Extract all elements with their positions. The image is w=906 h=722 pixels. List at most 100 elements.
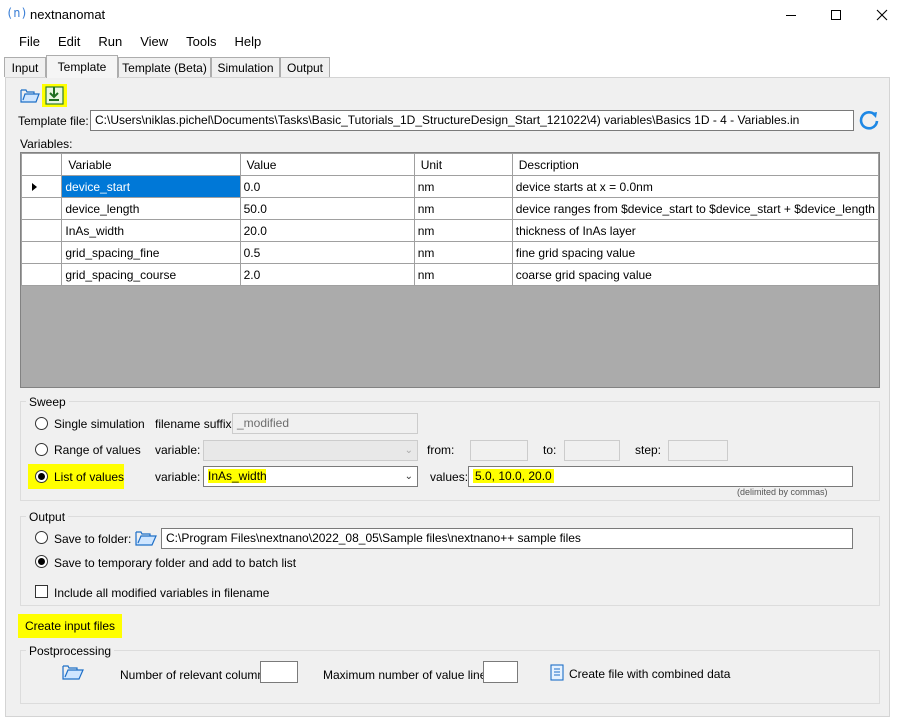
- import-template-button[interactable]: [42, 84, 67, 107]
- list-of-values-radio[interactable]: [35, 470, 48, 483]
- table-row[interactable]: device_length 50.0 nm device ranges from…: [21, 197, 879, 220]
- app-logo: (n): [6, 6, 28, 20]
- template-file-path[interactable]: C:\Users\niklas.pichel\Documents\Tasks\B…: [90, 110, 854, 131]
- row-header[interactable]: [21, 219, 63, 242]
- cell-description[interactable]: fine grid spacing value: [511, 241, 879, 264]
- list-variable-label: variable:: [155, 470, 201, 484]
- refresh-button[interactable]: [858, 109, 880, 131]
- values-input[interactable]: 5.0, 10.0, 20.0: [468, 466, 853, 487]
- template-file-label: Template file:: [18, 114, 89, 128]
- range-of-values-radio[interactable]: [35, 443, 48, 456]
- relevant-column-label: Number of relevant column:: [120, 668, 268, 682]
- save-to-folder-radio[interactable]: [35, 531, 48, 544]
- cell-description[interactable]: coarse grid spacing value: [511, 263, 879, 286]
- folder-icon: [62, 665, 84, 680]
- include-variables-label: Include all modified variables in filena…: [54, 586, 270, 600]
- cell-description[interactable]: device starts at x = 0.0nm: [511, 175, 879, 198]
- create-combined-file-button[interactable]: Create file with combined data: [569, 667, 730, 681]
- cell-unit[interactable]: nm: [413, 241, 513, 264]
- table-row[interactable]: grid_spacing_fine 0.5 nm fine grid spaci…: [21, 241, 879, 264]
- menu-view[interactable]: View: [131, 31, 177, 53]
- column-header-value[interactable]: Value: [239, 153, 415, 176]
- cell-value[interactable]: 2.0: [239, 263, 415, 286]
- cell-unit[interactable]: nm: [413, 175, 513, 198]
- tab-input[interactable]: Input: [4, 57, 46, 77]
- cell-variable[interactable]: InAs_width: [61, 219, 241, 242]
- row-header[interactable]: [21, 241, 63, 264]
- tab-template[interactable]: Template: [46, 55, 118, 78]
- create-input-files-button[interactable]: Create input files: [22, 617, 118, 635]
- delimiter-note: (delimited by commas): [737, 487, 828, 497]
- browse-folder-button[interactable]: [135, 528, 157, 547]
- grid-corner: [21, 153, 63, 176]
- row-header[interactable]: [21, 263, 63, 286]
- window-title: nextnanomat: [30, 7, 106, 22]
- cell-variable[interactable]: grid_spacing_course: [61, 263, 241, 286]
- menu-run[interactable]: Run: [89, 31, 131, 53]
- current-row-icon: [32, 182, 37, 191]
- folder-icon: [135, 531, 157, 546]
- single-simulation-label: Single simulation: [54, 417, 145, 431]
- table-row[interactable]: device_start 0.0 nm device starts at x =…: [21, 175, 879, 198]
- cell-value[interactable]: 20.0: [239, 219, 415, 242]
- to-label: to:: [543, 443, 557, 457]
- menu-file[interactable]: File: [10, 31, 49, 53]
- cell-value[interactable]: 0.0: [239, 175, 415, 198]
- cell-unit[interactable]: nm: [413, 263, 513, 286]
- refresh-icon: [859, 111, 879, 130]
- menu-edit[interactable]: Edit: [49, 31, 89, 53]
- tab-output[interactable]: Output: [280, 57, 330, 77]
- close-button[interactable]: [859, 0, 905, 30]
- row-header[interactable]: [21, 197, 63, 220]
- tab-template-beta[interactable]: Template (Beta): [118, 57, 211, 77]
- cell-description[interactable]: device ranges from $device_start to $dev…: [511, 197, 879, 220]
- from-label: from:: [427, 443, 455, 457]
- from-input[interactable]: [470, 440, 528, 461]
- cell-value[interactable]: 50.0: [239, 197, 415, 220]
- include-variables-checkbox[interactable]: [35, 585, 48, 598]
- table-row[interactable]: InAs_width 20.0 nm thickness of InAs lay…: [21, 219, 879, 242]
- maximize-button[interactable]: [813, 0, 859, 30]
- cell-variable[interactable]: device_length: [61, 197, 241, 220]
- row-header[interactable]: [21, 175, 63, 198]
- cell-value[interactable]: 0.5: [239, 241, 415, 264]
- max-value-lines-input[interactable]: [483, 661, 518, 683]
- table-row[interactable]: grid_spacing_course 2.0 nm coarse grid s…: [21, 263, 879, 286]
- menu-tools[interactable]: Tools: [177, 31, 225, 53]
- step-input[interactable]: [668, 440, 728, 461]
- to-input[interactable]: [564, 440, 620, 461]
- range-of-values-label: Range of values: [54, 443, 141, 457]
- combined-file-icon: [550, 664, 564, 681]
- filename-suffix-input[interactable]: _modified: [232, 413, 418, 434]
- cell-unit[interactable]: nm: [413, 197, 513, 220]
- minimize-button[interactable]: [768, 0, 814, 30]
- postprocessing-group-title: Postprocessing: [26, 644, 115, 658]
- cell-description[interactable]: thickness of InAs layer: [511, 219, 879, 242]
- list-of-values-label: List of values: [54, 470, 125, 484]
- import-arrow-icon: [45, 86, 64, 105]
- list-variable-dropdown[interactable]: InAs_width ⌄: [203, 466, 418, 487]
- filename-suffix-label: filename suffix:: [155, 417, 235, 431]
- range-variable-dropdown[interactable]: ⌄: [203, 440, 418, 461]
- tab-simulation[interactable]: Simulation: [211, 57, 280, 77]
- cell-unit[interactable]: nm: [413, 219, 513, 242]
- output-folder-path[interactable]: C:\Program Files\nextnano\2022_08_05\Sam…: [161, 528, 853, 549]
- save-to-folder-label: Save to folder:: [54, 532, 132, 546]
- open-folder-button[interactable]: [20, 86, 40, 104]
- relevant-column-input[interactable]: [260, 661, 298, 683]
- column-header-description[interactable]: Description: [511, 153, 879, 176]
- postprocessing-open-folder-button[interactable]: [62, 662, 84, 681]
- cell-variable[interactable]: grid_spacing_fine: [61, 241, 241, 264]
- save-to-temp-radio[interactable]: [35, 555, 48, 568]
- combined-data-icon-wrapper[interactable]: [549, 664, 565, 682]
- list-variable-selected: InAs_width: [208, 469, 267, 483]
- column-header-unit[interactable]: Unit: [413, 153, 513, 176]
- title-bar: (n) nextnanomat: [0, 0, 906, 30]
- single-simulation-radio[interactable]: [35, 417, 48, 430]
- output-group-title: Output: [26, 510, 69, 524]
- cell-variable[interactable]: device_start: [61, 175, 241, 198]
- column-header-variable[interactable]: Variable: [61, 153, 241, 176]
- menu-help[interactable]: Help: [226, 31, 271, 53]
- chevron-down-icon: ⌄: [404, 471, 413, 482]
- max-value-lines-label: Maximum number of value lines:: [323, 668, 496, 682]
